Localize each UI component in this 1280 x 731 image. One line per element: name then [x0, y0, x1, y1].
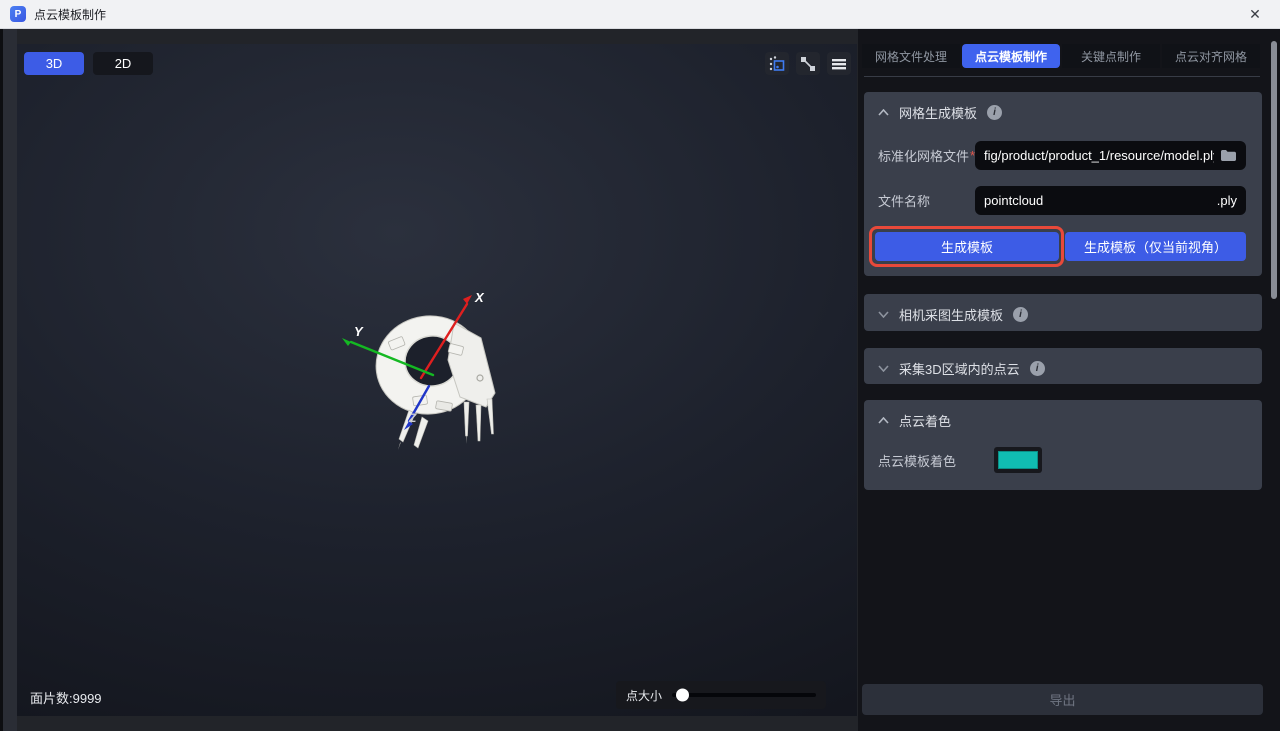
section-region-title: 采集3D区域内的点云: [899, 359, 1020, 378]
point-size-label: 点大小: [626, 687, 662, 704]
viewport-3d[interactable]: 3D 2D: [17, 44, 857, 716]
mesh-file-input[interactable]: fig/product/product_1/resource/model.ply: [975, 141, 1246, 170]
main-content: 3D 2D: [0, 29, 1280, 731]
close-icon[interactable]: ✕: [1240, 6, 1270, 23]
panel-scrollbar-thumb[interactable]: [1271, 41, 1277, 299]
swatch-label: 点云模板着色: [878, 451, 956, 470]
info-icon[interactable]: i: [1013, 307, 1028, 322]
section-region-header[interactable]: 采集3D区域内的点云 i: [864, 348, 1262, 387]
section-coloring-header[interactable]: 点云着色: [864, 400, 1262, 439]
section-mesh-generate-template: 网格生成模板 i 标准化网格文件* fig/product/product_1/…: [864, 92, 1262, 276]
point-size-control: 点大小: [616, 681, 826, 709]
info-icon[interactable]: i: [1030, 361, 1045, 376]
model-scene[interactable]: X Y Z: [17, 44, 857, 716]
section-mesh-header[interactable]: 网格生成模板 i: [864, 92, 1262, 131]
window-title: 点云模板制作: [34, 6, 106, 23]
point-size-slider[interactable]: [672, 693, 816, 697]
axis-z-label: Z: [408, 411, 417, 425]
export-button[interactable]: 导出: [862, 684, 1263, 715]
file-name-label: 文件名称: [878, 191, 930, 210]
chevron-up-icon: [878, 417, 889, 424]
left-gutter: [3, 29, 17, 731]
panel-scrollbar[interactable]: [1271, 29, 1277, 731]
tab-pointcloud-template[interactable]: 点云模板制作: [962, 44, 1060, 68]
section-pointcloud-coloring: 点云着色 点云模板着色: [864, 400, 1262, 490]
swatch-row: 点云模板着色: [864, 446, 1262, 474]
axis-x-label: X: [474, 290, 485, 305]
app-window: P 点云模板制作 ✕ 3D 2D: [0, 0, 1280, 731]
mesh-file-label: 标准化网格文件: [878, 146, 969, 165]
info-icon[interactable]: i: [987, 105, 1002, 120]
chevron-down-icon: [878, 365, 889, 372]
face-count-label: 面片数:9999: [30, 688, 102, 707]
point-size-slider-thumb[interactable]: [676, 689, 689, 702]
generate-template-button[interactable]: 生成模板: [875, 232, 1059, 261]
chevron-up-icon: [878, 109, 889, 116]
tab-mesh-file-processing[interactable]: 网格文件处理: [862, 44, 960, 68]
template-color-swatch[interactable]: [998, 451, 1038, 469]
tab-keypoint-creation[interactable]: 关键点制作: [1062, 44, 1160, 68]
file-name-input[interactable]: pointcloud .ply: [975, 186, 1246, 215]
folder-icon[interactable]: [1220, 149, 1237, 162]
mesh-file-row: 标准化网格文件* fig/product/product_1/resource/…: [864, 141, 1262, 170]
color-picker-frame[interactable]: [994, 447, 1042, 473]
file-ext-suffix: .ply: [1217, 193, 1237, 208]
chevron-down-icon: [878, 311, 889, 318]
app-logo-icon: P: [10, 6, 26, 22]
tab-bar: 网格文件处理 点云模板制作 关键点制作 点云对齐网格: [862, 44, 1260, 68]
titlebar: P 点云模板制作 ✕: [0, 0, 1280, 29]
tab-pointcloud-align-mesh[interactable]: 点云对齐网格: [1162, 44, 1260, 68]
mesh-file-value: fig/product/product_1/resource/model.ply: [984, 148, 1214, 163]
axis-y-label: Y: [354, 324, 364, 339]
file-name-row: 文件名称 pointcloud .ply: [864, 186, 1262, 215]
model-torus-part: [370, 309, 495, 450]
section-region-collect: 采集3D区域内的点云 i: [864, 348, 1262, 384]
section-camera-capture: 相机采图生成模板 i: [864, 294, 1262, 331]
section-camera-header[interactable]: 相机采图生成模板 i: [864, 294, 1262, 333]
right-panel: 网格文件处理 点云模板制作 关键点制作 点云对齐网格 网格生成模板 i 标准化网…: [858, 29, 1280, 731]
file-name-value: pointcloud: [984, 193, 1211, 208]
section-camera-title: 相机采图生成模板: [899, 305, 1003, 324]
generate-template-current-view-button[interactable]: 生成模板（仅当前视角）: [1065, 232, 1246, 261]
section-mesh-title: 网格生成模板: [899, 103, 977, 122]
section-coloring-title: 点云着色: [899, 411, 951, 430]
tabs-divider: [864, 76, 1260, 77]
